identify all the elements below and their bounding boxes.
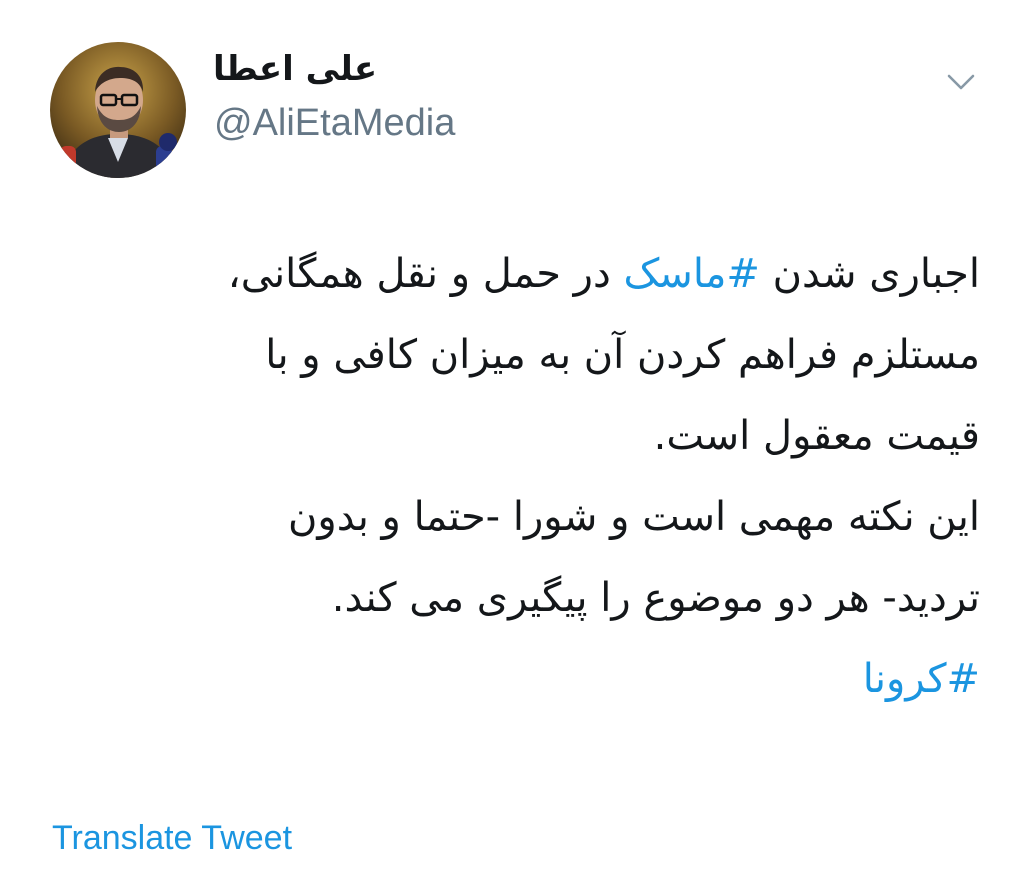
avatar-image — [50, 42, 186, 178]
tweet-line: تردید- هر دو موضوع را پیگیری می کند. — [331, 575, 980, 621]
hashtag-link[interactable]: #کرونا — [863, 656, 980, 702]
tweet-text-segment: در حمل و نقل همگانی، — [227, 251, 624, 297]
tweet-line: قیمت معقول است. — [653, 413, 980, 459]
tweet-line: اجباری شدن #ماسک در حمل و نقل همگانی، — [40, 234, 980, 315]
author-display-name[interactable]: علی اعطا — [213, 46, 413, 92]
translate-tweet-link[interactable]: Translate Tweet — [52, 816, 292, 860]
tweet-line: #کرونا — [40, 639, 980, 720]
tweet-text: اجباری شدن #ماسک در حمل و نقل همگانی، مس… — [40, 234, 980, 720]
avatar[interactable] — [50, 42, 186, 178]
chevron-down-icon[interactable] — [944, 66, 978, 96]
tweet-card: علی اعطا @AliEtaMedia اجباری شدن #ماسک د… — [0, 0, 1017, 874]
hashtag-link[interactable]: #ماسک — [624, 251, 760, 297]
tweet-line: این نکته مهمی است و شورا -حتما و بدون — [288, 494, 980, 540]
tweet-line: مستلزم فراهم کردن آن به میزان کافی و با — [265, 332, 980, 378]
tweet-text-segment: اجباری شدن — [759, 251, 980, 297]
author-handle[interactable]: @AliEtaMedia — [214, 101, 455, 145]
